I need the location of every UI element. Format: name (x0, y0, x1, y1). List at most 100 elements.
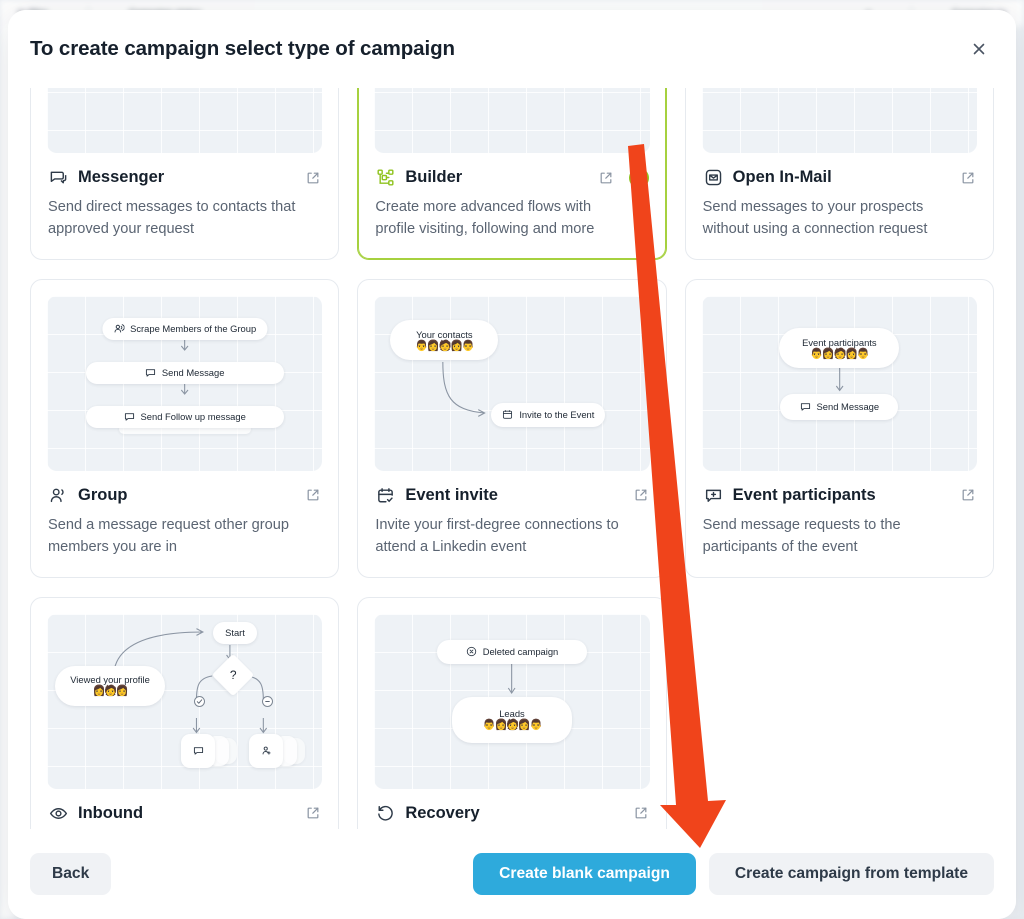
card-title: Inbound (78, 803, 144, 822)
group-people-icon (48, 485, 69, 506)
flow-node-leads: Leads 👨👩🧑👩👨 (451, 696, 572, 743)
flow-leaf-message (181, 733, 215, 768)
page-title: To create campaign select type of campai… (30, 37, 455, 60)
undo-icon (375, 803, 396, 824)
card-title-row: Event participants (703, 485, 976, 506)
card-info: Messenger Send direct messages to contac… (31, 153, 338, 259)
avatar-group: 👨👩🧑👩👨 (415, 339, 475, 352)
external-link-icon[interactable] (305, 487, 321, 503)
close-icon[interactable] (964, 34, 994, 64)
create-campaign-from-template-button[interactable]: Create campaign from template (708, 853, 994, 895)
campaign-card-event-invite[interactable]: Your contacts 👨👩🧑👩👨 Invite to the Event (357, 278, 667, 578)
flow-node-deleted-campaign: Deleted campaign (436, 639, 587, 664)
external-link-icon[interactable] (960, 487, 976, 503)
modal-footer: Back Create blank campaign Create campai… (8, 829, 1016, 919)
external-link-icon[interactable] (960, 170, 976, 186)
flow-leaf-connect (249, 733, 283, 768)
card-info: Event invite Invite your first-degree co… (358, 471, 665, 577)
card-info: Builder Create more advanced flows with … (358, 153, 665, 259)
avatar-group: 👨👩🧑👩👨 (482, 719, 543, 732)
campaign-card-inbound[interactable]: Viewed your profile 👩🧑👩 Start ? Inbound (30, 596, 340, 829)
card-info: Open In-Mail Send messages to your prosp… (686, 153, 993, 259)
messenger-icon (48, 167, 69, 188)
campaign-card-recovery[interactable]: Deleted campaign Leads 👨👩🧑👩👨 Recovery (357, 596, 667, 829)
flow-node-label: Send Message (816, 401, 880, 413)
campaign-type-modal: To create campaign select type of campai… (8, 10, 1016, 919)
card-title-row: Event invite (375, 485, 648, 506)
card-title-row: Messenger (48, 167, 321, 188)
card-info: Event participants Send message requests… (686, 471, 993, 577)
flow-node-label: Send Follow up message (140, 411, 246, 423)
card-title-row: Open In-Mail (703, 167, 976, 188)
check-circle-icon (628, 167, 649, 188)
x-circle-icon (466, 646, 477, 657)
card-title: Open In-Mail (732, 168, 832, 186)
flow-node-label: Start (225, 627, 245, 639)
calendar-check-icon (375, 485, 396, 506)
external-link-icon[interactable] (305, 805, 321, 821)
campaign-card-event-participants[interactable]: Event participants 👨👩🧑👩👨 Send Message Ev… (684, 278, 994, 578)
flow-node-label: Scrape Members of the Group (130, 323, 257, 335)
flow-node-label: Viewed your profile (70, 674, 150, 686)
card-description: Send direct messages to contacts that ap… (48, 199, 296, 237)
card-title: Recovery (405, 803, 480, 822)
flow-node-label: Leads (499, 708, 525, 720)
flow-node-send-message: Send Message (85, 361, 284, 384)
campaign-preview-recovery: Deleted campaign Leads 👨👩🧑👩👨 (374, 613, 650, 789)
campaign-type-grid: Messenger Send direct messages to contac… (30, 88, 994, 829)
card-description: Send a message request other group membe… (48, 516, 289, 555)
back-button[interactable]: Back (30, 853, 112, 895)
chat-bubble-icon (145, 367, 156, 378)
campaign-preview-open-in-mail (701, 88, 977, 153)
flow-node-scrape: Scrape Members of the Group (102, 317, 268, 340)
external-link-icon[interactable] (598, 170, 614, 186)
campaign-card-builder[interactable]: Builder Create more advanced flows with … (357, 88, 667, 260)
campaign-preview-inbound: Viewed your profile 👩🧑👩 Start ? (47, 613, 323, 789)
card-title-row: Group (48, 485, 321, 506)
external-link-icon[interactable] (633, 805, 649, 821)
card-description: Send messages to your prospects without … (702, 199, 928, 237)
external-link-icon[interactable] (305, 170, 321, 186)
campaign-preview-builder (374, 88, 650, 153)
card-info: Recovery Recover contacts and last messa… (358, 789, 665, 829)
campaign-card-open-in-mail[interactable]: Open In-Mail Send messages to your prosp… (684, 88, 994, 260)
campaign-card-group[interactable]: Scrape Members of the Group Send Message (30, 278, 340, 578)
card-info: Inbound Outreach the users who have view… (31, 789, 338, 829)
chat-bubble-icon (124, 411, 135, 422)
person-add-icon (261, 745, 272, 756)
scrape-members-icon (113, 323, 125, 334)
create-blank-campaign-button[interactable]: Create blank campaign (473, 853, 696, 895)
accept-icon (194, 695, 205, 707)
flow-node-send-message: Send Message (780, 393, 899, 420)
avatar-group: 👩🧑👩 (92, 685, 128, 698)
flow-node-invite-to-event: Invite to the Event (491, 402, 606, 427)
flow-node-label: Your contacts (416, 328, 473, 340)
flow-node-follow-up: Send Follow up message (85, 405, 284, 428)
campaign-preview-group: Scrape Members of the Group Send Message (47, 295, 323, 471)
flow-node-your-contacts: Your contacts 👨👩🧑👩👨 (390, 319, 499, 360)
flow-node-viewed-your-profile: Viewed your profile 👩🧑👩 (55, 665, 165, 706)
footer-actions: Create blank campaign Create campaign fr… (473, 853, 994, 895)
card-description: Send message requests to the participant… (702, 516, 901, 555)
campaign-preview-event-invite: Your contacts 👨👩🧑👩👨 Invite to the Event (374, 295, 650, 471)
inmail-icon (703, 167, 724, 188)
eye-icon (48, 803, 69, 824)
chat-plus-icon (703, 485, 724, 506)
card-info: Group Send a message request other group… (31, 471, 338, 577)
external-link-icon[interactable] (633, 487, 649, 503)
campaign-preview-messenger (47, 88, 323, 153)
card-title: Event invite (405, 485, 498, 504)
flow-node-start: Start (213, 621, 257, 644)
chat-bubble-icon (193, 745, 204, 756)
flow-node-label: Deleted campaign (482, 646, 559, 658)
card-title: Messenger (78, 168, 165, 186)
card-title-row: Recovery (375, 803, 648, 824)
flow-node-label: Event participants (802, 336, 877, 348)
avatar-group: 👨👩🧑👩👨 (810, 347, 870, 360)
campaign-type-list[interactable]: Messenger Send direct messages to contac… (8, 88, 1016, 829)
calendar-icon (502, 409, 513, 420)
campaign-card-messenger[interactable]: Messenger Send direct messages to contac… (30, 88, 340, 260)
card-title: Builder (405, 168, 463, 186)
card-title-row: Builder (375, 167, 649, 188)
card-title-row: Inbound (48, 803, 321, 824)
